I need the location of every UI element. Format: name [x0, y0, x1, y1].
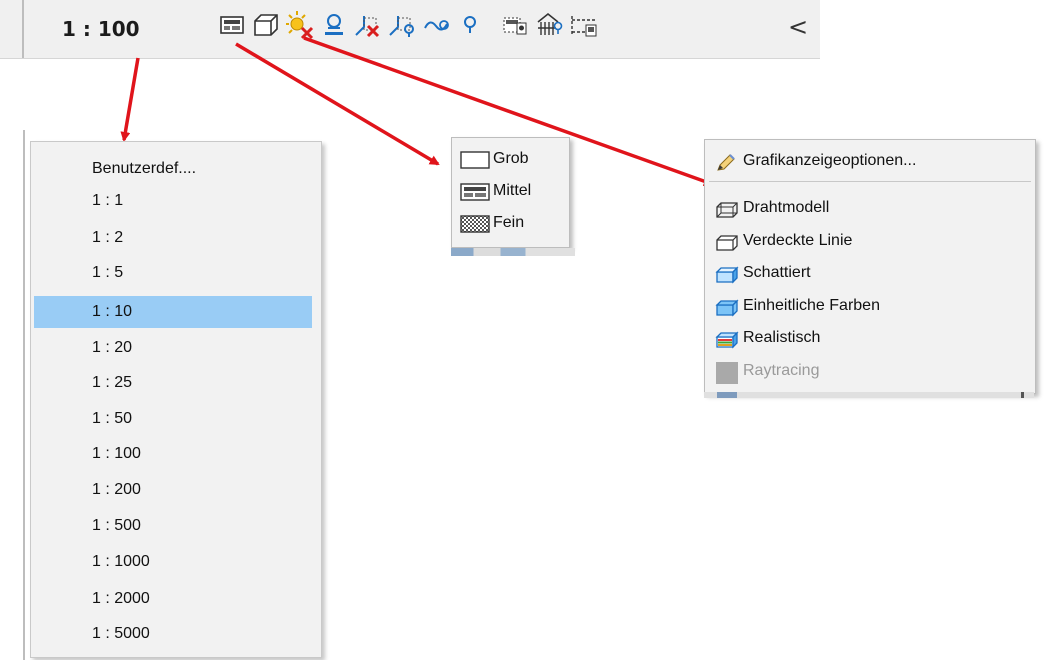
crop-view-off-icon[interactable] — [352, 8, 384, 42]
menu-shadow-strip — [704, 392, 1034, 398]
view-scale-button[interactable]: 1 : 100 — [62, 14, 182, 44]
scale-option[interactable]: 1 : 200 — [34, 474, 312, 506]
scale-option[interactable]: 1 : 20 — [34, 332, 312, 364]
scale-option[interactable]: 1 : 5 — [34, 257, 312, 289]
coarse-icon — [460, 150, 490, 169]
realistic-icon — [715, 329, 739, 349]
visual-style-menu: Grafikanzeigeoptionen... Drahtmodell Ver… — [704, 139, 1036, 394]
scale-option[interactable]: 1 : 1 — [34, 185, 312, 217]
style-option-consistent-colors[interactable]: Einheitliche Farben — [711, 290, 1027, 322]
scale-option[interactable]: 1 : 100 — [34, 438, 312, 470]
view-control-bar: 1 : 100 < — [0, 0, 820, 59]
style-option-realistic[interactable]: Realistisch — [711, 322, 1027, 354]
menu-shadow-strip — [451, 248, 575, 256]
wireframe-icon — [715, 199, 739, 218]
highlight-displacement-icon[interactable] — [568, 8, 600, 42]
style-option-raytracing: Raytracing — [711, 355, 1027, 387]
graphic-display-options-item[interactable]: Grafikanzeigeoptionen... — [711, 145, 1027, 177]
show-crop-region-icon[interactable] — [386, 8, 418, 42]
unlock-3d-view-icon[interactable] — [420, 8, 452, 42]
scale-option-selected[interactable]: 1 : 10 — [34, 296, 312, 328]
style-option-hidden-line[interactable]: Verdeckte Linie — [711, 225, 1027, 257]
scale-option[interactable]: 1 : 25 — [34, 367, 312, 399]
detail-option-coarse[interactable]: Grob — [456, 144, 564, 174]
scale-option[interactable]: 1 : 2000 — [34, 583, 312, 615]
scale-option[interactable]: 1 : 500 — [34, 510, 312, 542]
detail-level-menu: Grob Mittel Fein — [451, 137, 570, 248]
style-option-wireframe[interactable]: Drahtmodell — [711, 192, 1027, 224]
raytracing-icon — [715, 362, 739, 384]
detail-option-fine[interactable]: Fein — [456, 208, 564, 238]
fine-icon — [460, 214, 490, 233]
scale-option[interactable]: 1 : 5000 — [34, 618, 312, 650]
detail-level-icon[interactable] — [216, 8, 248, 42]
menu-separator — [709, 181, 1031, 182]
detail-option-medium[interactable]: Mittel — [456, 176, 564, 206]
hidden-line-icon — [715, 232, 739, 251]
medium-icon — [460, 182, 490, 201]
visual-style-icon[interactable] — [250, 8, 282, 42]
reveal-hidden-icon[interactable] — [500, 8, 532, 42]
consistent-colors-icon — [715, 297, 739, 317]
style-option-shaded[interactable]: Schattiert — [711, 257, 1027, 289]
scale-option[interactable]: 1 : 1000 — [34, 546, 312, 578]
graphic-display-options-icon — [715, 152, 739, 171]
sun-path-off-icon[interactable] — [284, 8, 316, 42]
toolbar-expand-chevron[interactable]: < — [788, 12, 808, 42]
menu-divider — [23, 130, 25, 660]
scale-option[interactable]: Benutzerdef.... — [34, 153, 312, 185]
temporary-hide-icon[interactable] — [454, 8, 486, 42]
analytical-model-icon[interactable] — [534, 8, 566, 42]
toolbar-divider — [22, 0, 24, 58]
scale-option[interactable]: 1 : 2 — [34, 222, 312, 254]
scale-option[interactable]: 1 : 50 — [34, 403, 312, 435]
shadows-icon[interactable] — [318, 8, 350, 42]
shaded-icon — [715, 264, 739, 284]
scale-dropdown-menu: Benutzerdef.... 1 : 1 1 : 2 1 : 5 1 : 10… — [23, 130, 322, 660]
arrow-to-scale-menu — [120, 57, 140, 142]
